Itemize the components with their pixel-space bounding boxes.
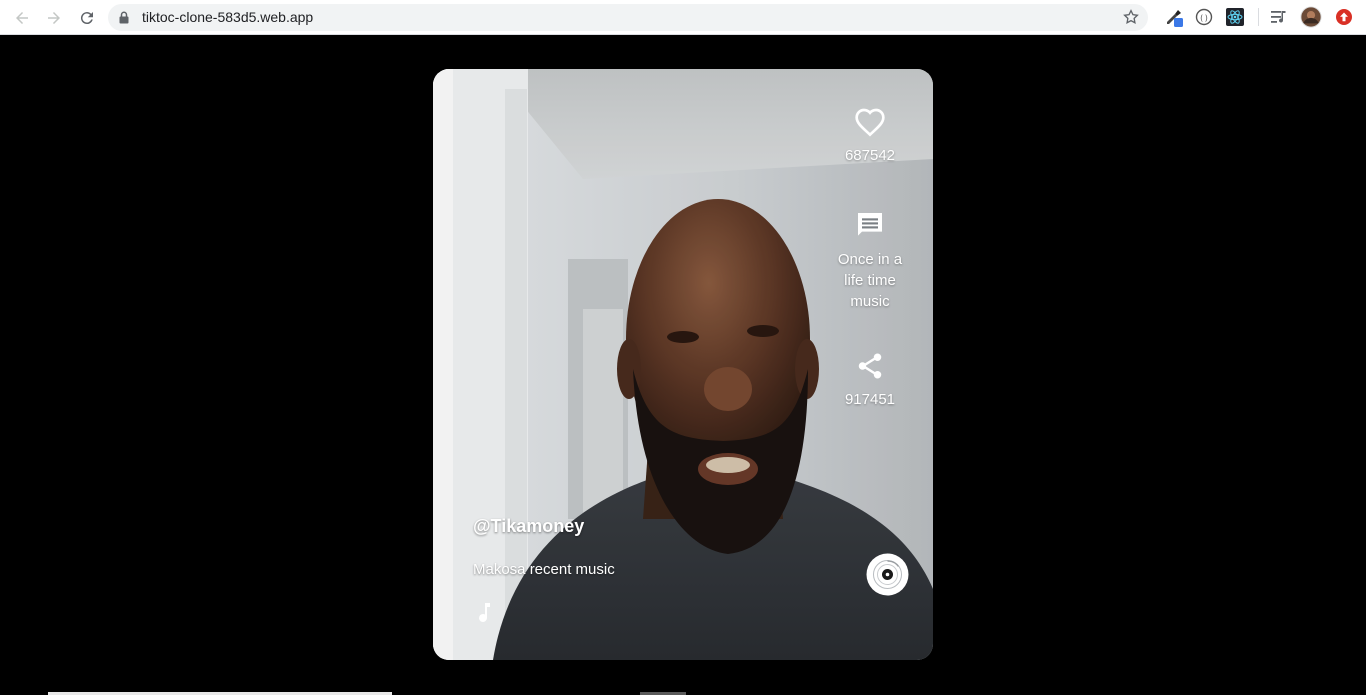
toolbar-divider [1258, 8, 1259, 26]
url-text: tiktoc-clone-583d5.web.app [142, 9, 314, 25]
video-description: Makosa recent music [473, 561, 615, 578]
comment-icon[interactable] [854, 209, 886, 245]
music-note-icon [476, 601, 494, 628]
devtools-icon[interactable]: () [1193, 6, 1215, 28]
media-queue-icon[interactable] [1268, 6, 1290, 28]
username[interactable]: @Tikamoney [473, 516, 584, 537]
browser-toolbar: tiktoc-clone-583d5.web.app () [0, 0, 1366, 35]
share-count: 917451 [844, 391, 896, 408]
eyedropper-icon[interactable] [1163, 6, 1185, 28]
share-icon[interactable] [855, 351, 885, 385]
svg-text:(): () [1199, 14, 1209, 23]
react-devtools-icon[interactable] [1224, 6, 1246, 28]
comment-text: Once in a life time music [837, 251, 903, 310]
comment-action[interactable]: Once in a life time music [807, 209, 933, 312]
like-count: 687542 [844, 147, 896, 164]
share-action[interactable]: 917451 [807, 351, 933, 410]
back-icon[interactable] [11, 7, 33, 29]
heart-icon[interactable] [854, 107, 886, 141]
video-player[interactable]: 687542 Once in a life time music 917451 … [433, 69, 933, 660]
vinyl-record-icon[interactable] [866, 553, 909, 596]
update-icon[interactable] [1333, 6, 1355, 28]
reload-icon[interactable] [76, 7, 98, 29]
forward-icon[interactable] [43, 7, 65, 29]
address-bar[interactable]: tiktoc-clone-583d5.web.app [108, 4, 1148, 31]
like-action[interactable]: 687542 [807, 107, 933, 166]
star-icon[interactable] [1122, 8, 1140, 31]
lock-icon [119, 11, 129, 29]
profile-avatar[interactable] [1300, 6, 1322, 28]
